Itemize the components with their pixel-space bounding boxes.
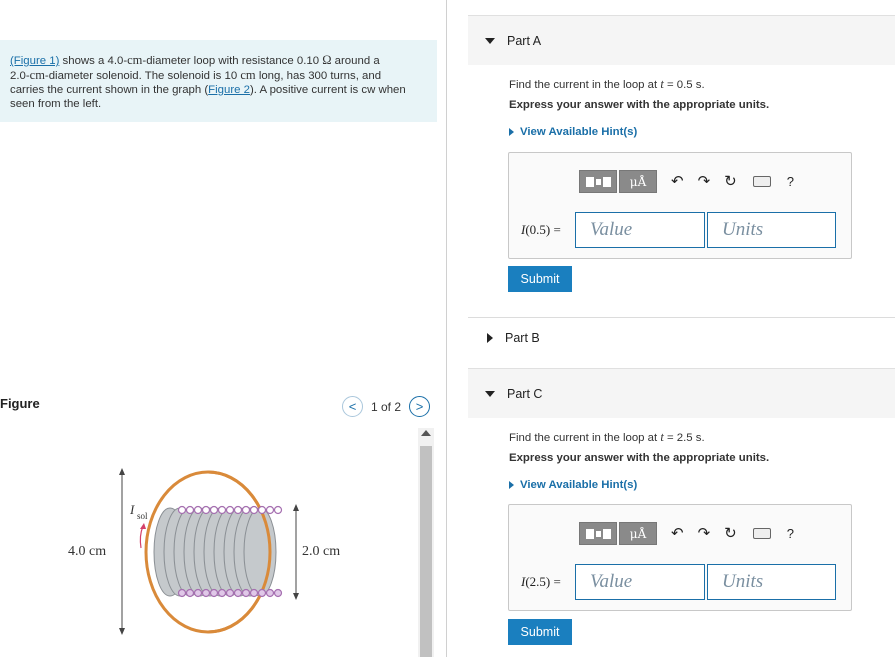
undo-icon[interactable]: ↶ — [671, 526, 684, 541]
units-input[interactable]: Units — [707, 564, 836, 600]
part-b-title: Part B — [505, 330, 540, 345]
unit-text: cm — [29, 68, 45, 82]
unit-text: cm — [240, 68, 256, 82]
figure-count: 1 of 2 — [371, 399, 402, 414]
figure-pager: < 1 of 2 > — [342, 396, 431, 417]
equation-argument: (0.5) = — [525, 222, 561, 237]
templates-button[interactable] — [579, 522, 617, 545]
scroll-up-icon[interactable] — [421, 430, 431, 436]
prompt-text: = 2.5 s. — [663, 432, 705, 444]
figure-image: 4.0 cm 2.0 cm I sol — [0, 420, 430, 657]
caret-down-icon — [485, 390, 495, 397]
part-a-title: Part A — [507, 33, 542, 48]
problem-text: -diameter loop with resistance 0.10 — [142, 55, 323, 67]
problem-text: 2.0- — [10, 70, 30, 82]
chevron-right-icon: > — [415, 399, 424, 414]
next-figure-button[interactable]: > — [409, 396, 431, 417]
problem-statement: (Figure 1) shows a 4.0-cm-diameter loop … — [0, 40, 437, 122]
prev-figure-button[interactable]: < — [342, 396, 363, 417]
prompt-text: = 0.5 s. — [663, 79, 705, 91]
redo-icon[interactable]: ↷ — [698, 526, 711, 541]
chevron-left-icon: < — [348, 399, 357, 414]
reset-icon[interactable]: ↻ — [724, 174, 737, 189]
prompt-text: Find the current in the loop at — [509, 79, 661, 91]
help-icon[interactable]: ? — [787, 526, 794, 541]
part-c-hint-link[interactable]: View Available Hint(s) — [509, 479, 637, 491]
problem-text: ). A positive current is cw when — [249, 84, 406, 96]
dim-label-solenoid: 2.0 cm — [302, 544, 340, 559]
templates-button[interactable] — [579, 170, 617, 193]
hint-label: View Available Hint(s) — [520, 126, 638, 138]
value-input[interactable]: Value — [575, 564, 705, 600]
undo-icon[interactable]: ↶ — [671, 174, 684, 189]
units-icon: μÅ — [629, 526, 647, 541]
column-divider — [446, 0, 447, 657]
equation-argument: (2.5) = — [525, 574, 561, 589]
units-icon: μÅ — [629, 174, 647, 189]
part-a-answer-box: μÅ ↶ ↷ ↻ ? I(0.5) = Value Units — [508, 152, 852, 259]
part-c-header[interactable]: Part C — [468, 368, 895, 418]
part-c-instruction: Express your answer with the appropriate… — [509, 452, 770, 464]
prompt-text: Find the current in the loop at — [509, 432, 661, 444]
hint-label: View Available Hint(s) — [520, 479, 638, 491]
part-a-prompt: Find the current in the loop at t = 0.5 … — [509, 77, 705, 92]
answer-toolbar: μÅ ↶ ↷ ↻ ? — [579, 522, 794, 545]
part-c-title: Part C — [507, 386, 543, 401]
keyboard-icon[interactable] — [752, 528, 771, 539]
solenoid-loop-diagram: 4.0 cm 2.0 cm I sol — [68, 468, 340, 635]
problem-text: shows a 4.0- — [59, 55, 128, 67]
units-button[interactable]: μÅ — [619, 170, 657, 193]
help-icon[interactable]: ? — [787, 174, 794, 189]
templates-icon — [585, 528, 611, 539]
part-c-answer-box: μÅ ↶ ↷ ↻ ? I(2.5) = Value Units — [508, 504, 852, 611]
value-input[interactable]: Value — [575, 212, 705, 248]
part-a-submit-button[interactable]: Submit — [508, 266, 572, 292]
units-input[interactable]: Units — [707, 212, 836, 248]
problem-text: carries the current shown in the graph ( — [10, 84, 209, 96]
part-c-prompt: Find the current in the loop at t = 2.5 … — [509, 430, 705, 445]
scrollbar-thumb[interactable] — [420, 446, 432, 657]
problem-text: seen from the left. — [10, 98, 102, 110]
equation-label: I(0.5) = — [521, 222, 561, 238]
problem-text: -diameter solenoid. The solenoid is 10 — [44, 70, 241, 82]
redo-icon[interactable]: ↷ — [698, 174, 711, 189]
part-a-header[interactable]: Part A — [468, 15, 895, 65]
equation-label: I(2.5) = — [521, 574, 561, 590]
problem-text: long, has 300 turns, and — [255, 70, 382, 82]
figure-heading: Figure — [0, 396, 40, 411]
reset-icon[interactable]: ↻ — [724, 526, 737, 541]
units-button[interactable]: μÅ — [619, 522, 657, 545]
unit-text: cm — [127, 53, 143, 67]
answer-toolbar: μÅ ↶ ↷ ↻ ? — [579, 170, 794, 193]
isol-label: I — [129, 502, 135, 517]
part-c-submit-button[interactable]: Submit — [508, 619, 572, 645]
templates-icon — [585, 176, 611, 187]
problem-text: around a — [331, 55, 380, 67]
ohm-symbol: Ω — [322, 53, 332, 67]
caret-down-icon — [485, 37, 495, 44]
caret-right-icon — [487, 332, 493, 343]
figure1-link[interactable]: (Figure 1) — [10, 55, 59, 67]
isol-subscript: sol — [137, 511, 148, 521]
dim-label-loop: 4.0 cm — [68, 544, 106, 559]
part-a-hint-link[interactable]: View Available Hint(s) — [509, 126, 637, 138]
caret-right-icon — [509, 481, 514, 489]
figure2-link[interactable]: Figure 2 — [208, 84, 250, 96]
part-b-header[interactable]: Part B — [468, 317, 895, 357]
figure-scrollbar[interactable] — [418, 428, 434, 657]
part-a-instruction: Express your answer with the appropriate… — [509, 99, 770, 111]
keyboard-icon[interactable] — [752, 176, 771, 187]
caret-right-icon — [509, 128, 514, 136]
